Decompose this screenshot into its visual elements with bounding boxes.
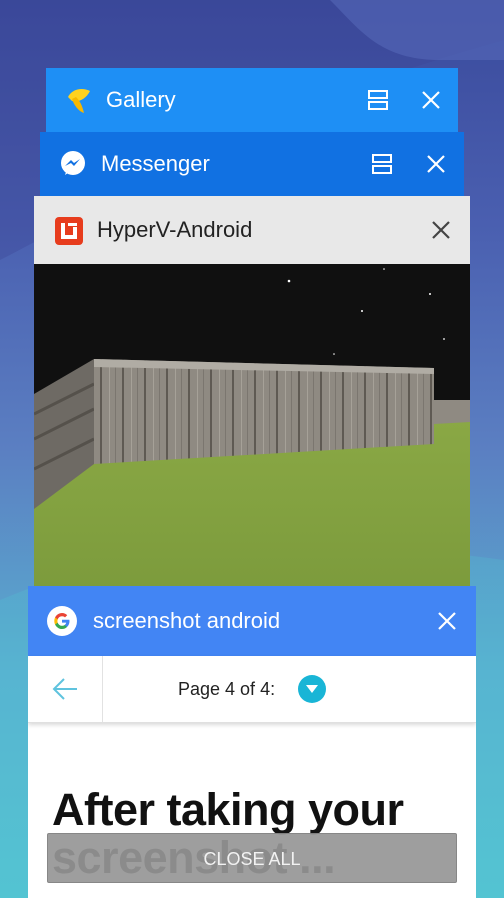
- monogame-icon: [54, 216, 84, 246]
- recent-card-hyperv[interactable]: HyperV-Android: [34, 196, 470, 591]
- app-title: HyperV-Android: [97, 217, 253, 242]
- back-button[interactable]: [28, 656, 103, 722]
- card-header: Gallery: [46, 68, 458, 132]
- back-arrow-icon: [52, 678, 77, 700]
- close-x-icon[interactable]: [421, 149, 451, 179]
- gallery-leaf-icon: [64, 85, 94, 115]
- split-screen-icon[interactable]: [363, 85, 393, 115]
- app-title: Gallery: [106, 87, 176, 112]
- app-title: Messenger: [101, 151, 210, 176]
- google-g-icon: [47, 606, 77, 636]
- close-x-icon[interactable]: [416, 85, 446, 115]
- chevron-down-icon: [306, 685, 318, 693]
- split-screen-icon[interactable]: [367, 149, 397, 179]
- card-header: screenshot android: [28, 586, 476, 656]
- close-x-icon[interactable]: [432, 606, 462, 636]
- messenger-bolt-icon: [58, 149, 88, 179]
- page-dropdown-button[interactable]: [298, 675, 326, 703]
- card-header: Messenger: [40, 132, 464, 196]
- game-preview: [34, 264, 470, 591]
- close-all-button[interactable]: CLOSE ALL: [47, 833, 457, 883]
- card-header: HyperV-Android: [34, 196, 470, 264]
- recent-card-gallery[interactable]: Gallery: [46, 68, 458, 134]
- page-navigation: Page 4 of 4:: [28, 656, 476, 723]
- close-x-icon[interactable]: [426, 215, 456, 245]
- app-title: screenshot android: [93, 608, 281, 633]
- page-label: Page 4 of 4:: [178, 679, 276, 699]
- recent-card-messenger[interactable]: Messenger: [40, 132, 464, 198]
